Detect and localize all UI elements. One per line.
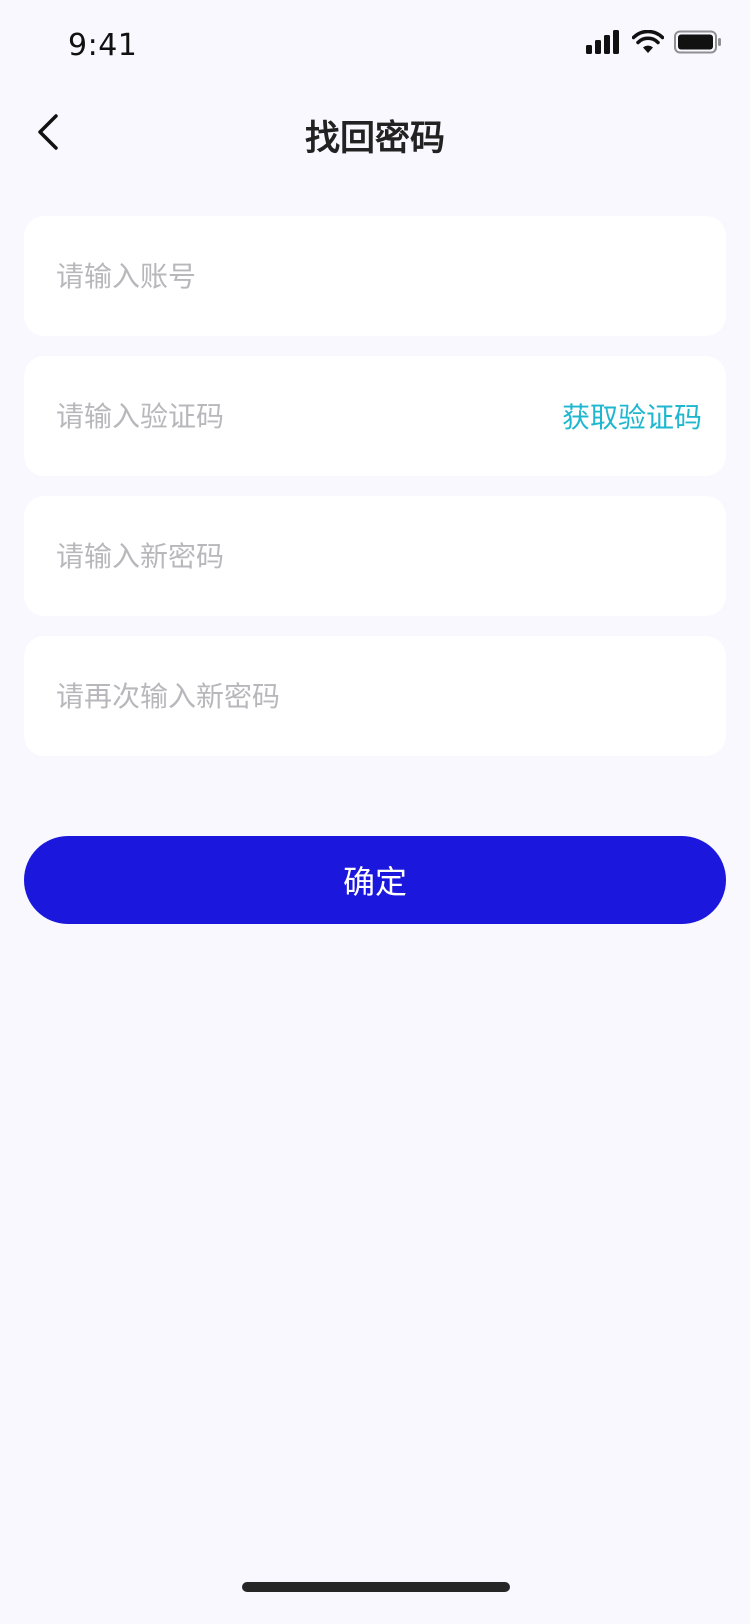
- home-indicator: [242, 1582, 510, 1592]
- signal-icon: [586, 30, 622, 58]
- confirm-password-input[interactable]: [24, 636, 726, 756]
- new-password-input[interactable]: [24, 496, 726, 616]
- nav-bar: 找回密码: [0, 96, 750, 172]
- status-time: 9:41: [68, 28, 138, 63]
- get-code-button[interactable]: 获取验证码: [562, 356, 702, 476]
- account-input[interactable]: [24, 216, 726, 336]
- reset-password-form: 获取验证码: [24, 216, 726, 776]
- status-bar: 9:41: [0, 0, 750, 96]
- page-title: 找回密码: [304, 119, 445, 159]
- verification-code-input[interactable]: [24, 356, 504, 476]
- confirm-button[interactable]: 确定: [24, 836, 726, 924]
- wifi-icon: [631, 29, 665, 58]
- confirm-password-field: [24, 636, 726, 756]
- battery-icon: [674, 30, 722, 58]
- account-field: [24, 216, 726, 336]
- code-field: 获取验证码: [24, 356, 726, 476]
- new-password-field: [24, 496, 726, 616]
- status-icons: [586, 29, 722, 58]
